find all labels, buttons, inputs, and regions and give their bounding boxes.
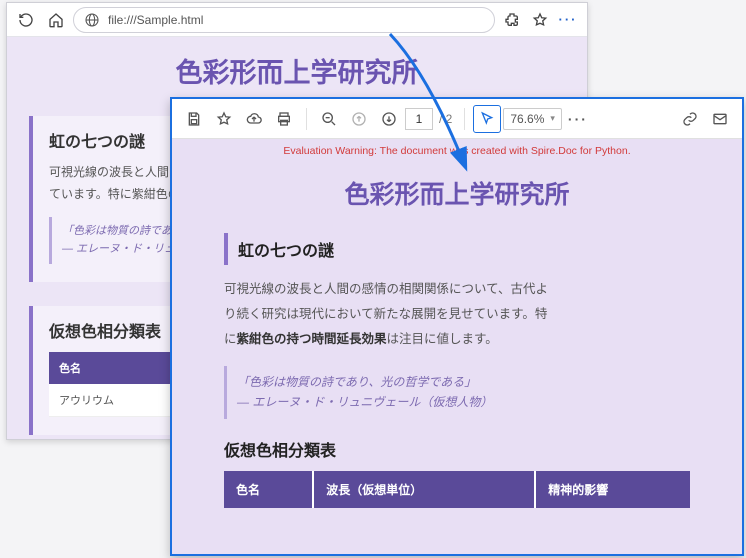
star-icon[interactable] (210, 105, 238, 133)
pdf-viewer-window: / 2 76.6% ▾ ··· Evaluation Warning: The … (170, 97, 744, 556)
chevron-down-icon: ▾ (550, 113, 555, 124)
browser-toolbar: file:///Sample.html ··· (7, 3, 587, 37)
cursor-icon[interactable] (473, 105, 501, 133)
zoom-out-icon[interactable] (315, 105, 343, 133)
extensions-icon[interactable] (499, 7, 525, 33)
table-header: 波長（仮想単位） (313, 471, 535, 508)
link-icon[interactable] (676, 105, 704, 133)
mail-icon[interactable] (706, 105, 734, 133)
section-paragraph: 可視光線の波長と人間の感情の相関関係について、古代よ り続く研究は現代において新… (224, 277, 690, 352)
favorites-icon[interactable] (527, 7, 553, 33)
pdf-page: Evaluation Warning: The document was cre… (172, 139, 742, 554)
section-heading: 仮想色相分類表 (224, 437, 690, 461)
zoom-select[interactable]: 76.6% ▾ (503, 108, 562, 130)
arrow-down-icon[interactable] (375, 105, 403, 133)
upload-icon[interactable] (240, 105, 268, 133)
arrow-up-icon[interactable] (345, 105, 373, 133)
quote-box: 「色彩は物質の詩であり、光の哲学である」 — エレーヌ・ド・リュニヴェール（仮想… (224, 366, 690, 419)
address-bar[interactable]: file:///Sample.html (73, 7, 495, 33)
pdf-toolbar: / 2 76.6% ▾ ··· (172, 99, 742, 139)
page-title: 色彩形而上学研究所 (29, 51, 565, 90)
more-icon[interactable]: ··· (555, 7, 581, 33)
page-number-input[interactable] (405, 108, 433, 130)
table-header: 精神的影響 (535, 471, 690, 508)
section-heading: 虹の七つの謎 (238, 237, 680, 261)
table-header: 色名 (224, 471, 313, 508)
doc-title: 色彩形而上学研究所 (224, 175, 690, 211)
print-icon[interactable] (270, 105, 298, 133)
refresh-icon[interactable] (13, 7, 39, 33)
evaluation-warning: Evaluation Warning: The document was cre… (224, 145, 690, 157)
save-icon[interactable] (180, 105, 208, 133)
url-text: file:///Sample.html (108, 13, 203, 27)
section-heading-bar: 虹の七つの謎 (224, 233, 690, 265)
color-table: 色名 波長（仮想単位） 精神的影響 (224, 471, 690, 508)
page-total: / 2 (435, 112, 456, 126)
file-icon (84, 12, 100, 28)
more-icon[interactable]: ··· (564, 105, 592, 133)
home-icon[interactable] (43, 7, 69, 33)
